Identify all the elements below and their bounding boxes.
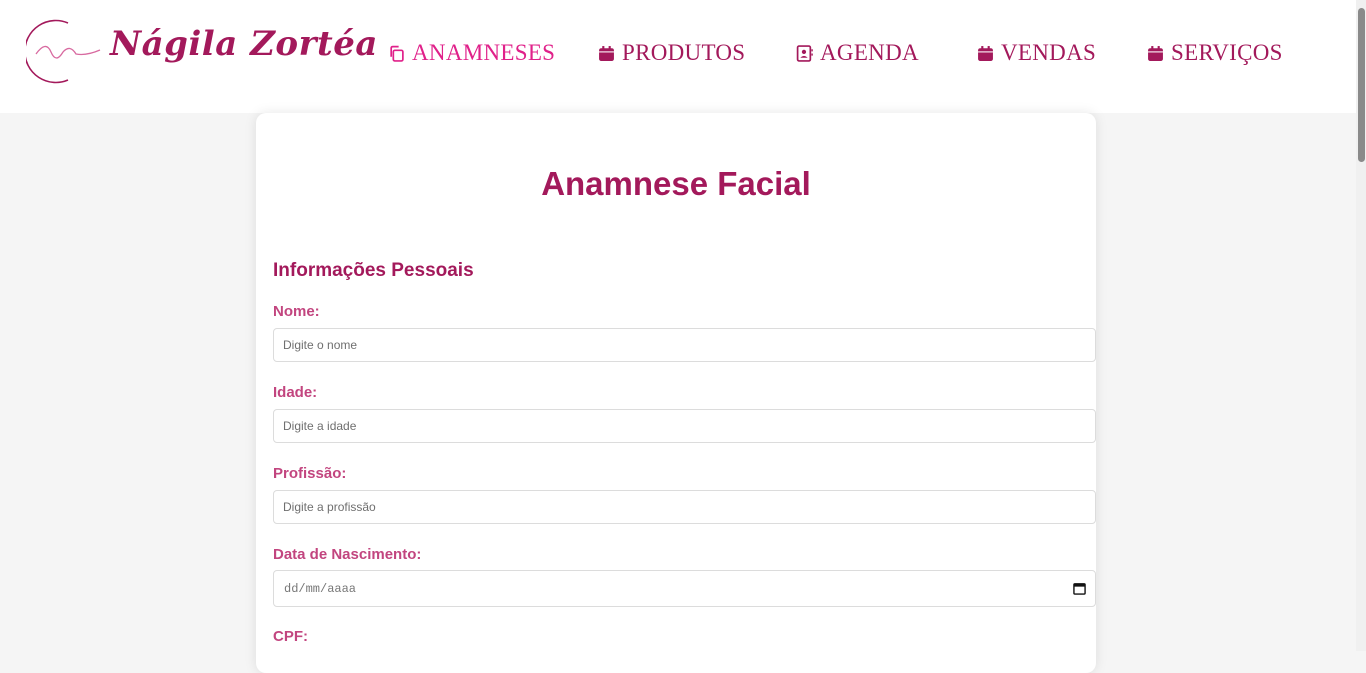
calendar-icon: [1148, 45, 1163, 61]
nav-item-vendas[interactable]: VENDAS: [977, 38, 1096, 68]
contact-book-icon: [796, 44, 813, 62]
nav-label-vendas: VENDAS: [1001, 40, 1097, 65]
label-cpf: CPF:: [273, 628, 308, 645]
idade-input[interactable]: [273, 409, 1096, 443]
calendar-icon: [599, 45, 614, 61]
nav-label-anamneses: ANAMNESES: [412, 40, 556, 65]
nav-item-servicos[interactable]: SERVIÇOS: [1147, 38, 1283, 68]
nascimento-date-input[interactable]: dd/mm/aaaa: [273, 570, 1096, 607]
nav-label-servicos: SERVIÇOS: [1171, 40, 1283, 65]
scrollbar-thumb[interactable]: [1358, 8, 1365, 162]
calendar-icon: [978, 45, 993, 61]
copy-icon: [390, 45, 404, 62]
nav-item-agenda[interactable]: AGENDA: [796, 38, 919, 68]
page-title: Anamnese Facial: [541, 165, 811, 202]
nav-item-produtos[interactable]: PRODUTOS: [598, 38, 745, 68]
nav-item-anamneses[interactable]: ANAMNESES: [388, 38, 555, 68]
nome-input[interactable]: [273, 328, 1096, 362]
label-profissao: Profissão:: [273, 465, 347, 482]
label-nascimento: Data de Nascimento:: [273, 546, 422, 563]
scrollbar[interactable]: [1356, 0, 1366, 651]
brand-logo[interactable]: Nágila Zortéa: [24, 18, 377, 88]
nav-label-produtos: PRODUTOS: [622, 40, 746, 65]
label-nome: Nome:: [273, 303, 320, 320]
section-title: Informações Pessoais: [273, 260, 474, 281]
calendar-picker-icon[interactable]: [1073, 582, 1086, 595]
label-idade: Idade:: [273, 384, 318, 401]
nav-label-agenda: AGENDA: [820, 40, 919, 65]
date-placeholder: dd/mm/aaaa: [284, 582, 357, 596]
header: Nágila Zortéa ANAMNESES PRODUTOS AGENDA: [0, 0, 1356, 113]
brand-name: Nágila Zortéa: [110, 24, 378, 64]
profissao-input[interactable]: [273, 490, 1096, 524]
logo-monogram-icon: [24, 19, 101, 84]
